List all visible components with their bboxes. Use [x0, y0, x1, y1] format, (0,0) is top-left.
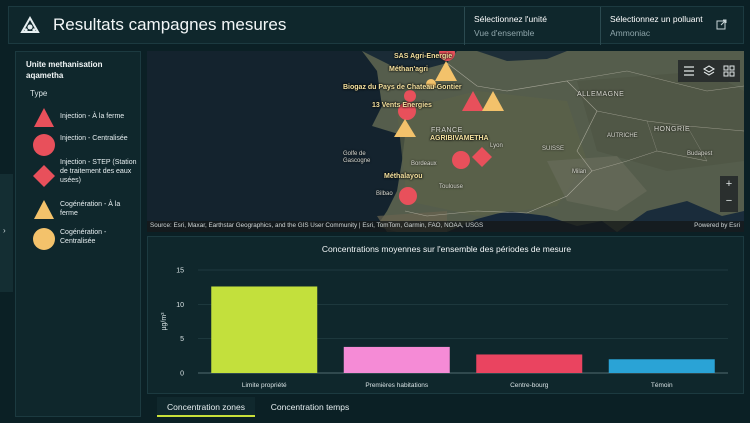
- map-place-label: ALLEMAGNE: [577, 91, 625, 98]
- external-link-icon[interactable]: [716, 19, 727, 30]
- page-title: Resultats campagnes mesures: [53, 15, 287, 34]
- map-place-label: Toulouse: [439, 184, 464, 190]
- layers-icon[interactable]: [702, 64, 716, 78]
- circle-yellow-icon: [33, 228, 55, 250]
- map-place-label: Bilbao: [376, 191, 393, 197]
- map-place-label: AUTRICHE: [607, 133, 638, 139]
- map-place-label: Milan: [572, 169, 587, 175]
- y-axis-label: µg/m³: [161, 312, 168, 331]
- map-place-label: FRANCE: [431, 127, 463, 134]
- map-place-label: HONGRIE: [654, 126, 691, 133]
- bar: [608, 359, 715, 373]
- app-header: Resultats campagnes mesures Sélectionnez…: [8, 6, 745, 45]
- attribution-text: Source: Esri, Maxar, Earthstar Geographi…: [150, 222, 484, 229]
- map-place-label: Budapest: [687, 151, 713, 157]
- legend-item-label: Cogénération - À la ferme: [60, 201, 121, 217]
- y-tick-label: 10: [176, 302, 184, 309]
- map-place-label: SUISSE: [542, 146, 565, 152]
- map-toolbar: [678, 60, 740, 82]
- chevron-right-icon: ›: [3, 226, 6, 235]
- diamond-red-icon: [33, 165, 55, 187]
- map-place-label: Lyon: [490, 143, 503, 149]
- zoom-in-button[interactable]: +: [720, 178, 738, 190]
- sidebar-toggle[interactable]: ›: [0, 174, 13, 292]
- legend-item-label: Cogénération - Centralisée: [60, 229, 107, 245]
- app-logo-icon: [20, 15, 40, 33]
- basemap-gallery-icon[interactable]: [722, 64, 736, 78]
- legend-list-icon[interactable]: [682, 64, 696, 78]
- unit-selector-label: Sélectionnez l'unité: [474, 14, 547, 24]
- map-site-label[interactable]: Méthan'agri: [389, 66, 428, 73]
- powered-by-esri-link[interactable]: Powered by Esri: [694, 222, 740, 229]
- pollutant-selector[interactable]: Sélectionnez un polluant Ammoniac: [601, 7, 745, 45]
- legend-item-label: Injection - STEP (Station de traitement …: [60, 159, 137, 184]
- y-tick-label: 0: [180, 371, 184, 378]
- y-tick-label: 15: [176, 268, 184, 275]
- circle-red-icon: [33, 134, 55, 156]
- legend-title: Unite methanisation aqametha: [26, 60, 103, 80]
- unit-selector-value: Vue d'ensemble: [474, 28, 535, 38]
- bar: [476, 354, 583, 373]
- pollutant-selector-label: Sélectionnez un polluant: [610, 14, 703, 24]
- pollutant-selector-value: Ammoniac: [610, 28, 651, 38]
- bar-chart: 0 5 10 15 µg/m³ Limite propriété Premières hab…: [161, 268, 728, 389]
- map-place-label: Golfe de Gascogne: [343, 151, 371, 164]
- bar: [343, 346, 450, 373]
- map-attribution: Source: Esri, Maxar, Earthstar Geographi…: [147, 221, 744, 232]
- chart-panel: Concentrations moyennes sur l'ensemble d…: [147, 236, 744, 394]
- map-view[interactable]: SAS Agri-Energie Méthan'agri Biogaz du P…: [147, 51, 744, 232]
- triangle-yellow-icon: [34, 200, 54, 219]
- x-tick-label: Limite propriété: [242, 382, 287, 389]
- legend-subtitle: Type: [30, 89, 48, 98]
- legend-item-label: Injection - Centralisée: [60, 135, 128, 142]
- tab-concentration-temps[interactable]: Concentration temps: [261, 397, 359, 417]
- legend-item: Cogénération - Centralisée: [16, 224, 142, 264]
- zoom-out-button[interactable]: −: [720, 195, 738, 207]
- zoom-control: + −: [720, 176, 738, 212]
- x-tick-label: Témoin: [651, 382, 673, 389]
- map-site-label[interactable]: AGRIBIVAMETHA: [430, 135, 489, 142]
- legend-item: Injection - STEP (Station de traitement …: [16, 156, 142, 196]
- map-site-label[interactable]: Méthalayou: [384, 173, 423, 180]
- map-place-label: Bordeaux: [411, 161, 437, 167]
- tab-concentration-zones[interactable]: Concentration zones: [157, 397, 255, 417]
- unit-selector[interactable]: Sélectionnez l'unité Vue d'ensemble: [465, 7, 600, 45]
- map-site-label[interactable]: 13 Vents Energies: [372, 102, 432, 109]
- x-tick-label: Centre-bourg: [510, 382, 549, 389]
- map-site-label[interactable]: Biogaz du Pays de Chateau-Gontier: [343, 84, 462, 91]
- legend-item-label: Injection - À la ferme: [60, 113, 125, 120]
- map-site-label[interactable]: SAS Agri-Energie: [394, 53, 452, 60]
- bar: [211, 286, 318, 373]
- y-tick-label: 5: [180, 336, 184, 343]
- triangle-red-icon: [34, 108, 54, 127]
- legend-panel: Unite methanisation aqametha Type Inject…: [15, 51, 141, 417]
- x-tick-label: Premières habitations: [365, 382, 429, 389]
